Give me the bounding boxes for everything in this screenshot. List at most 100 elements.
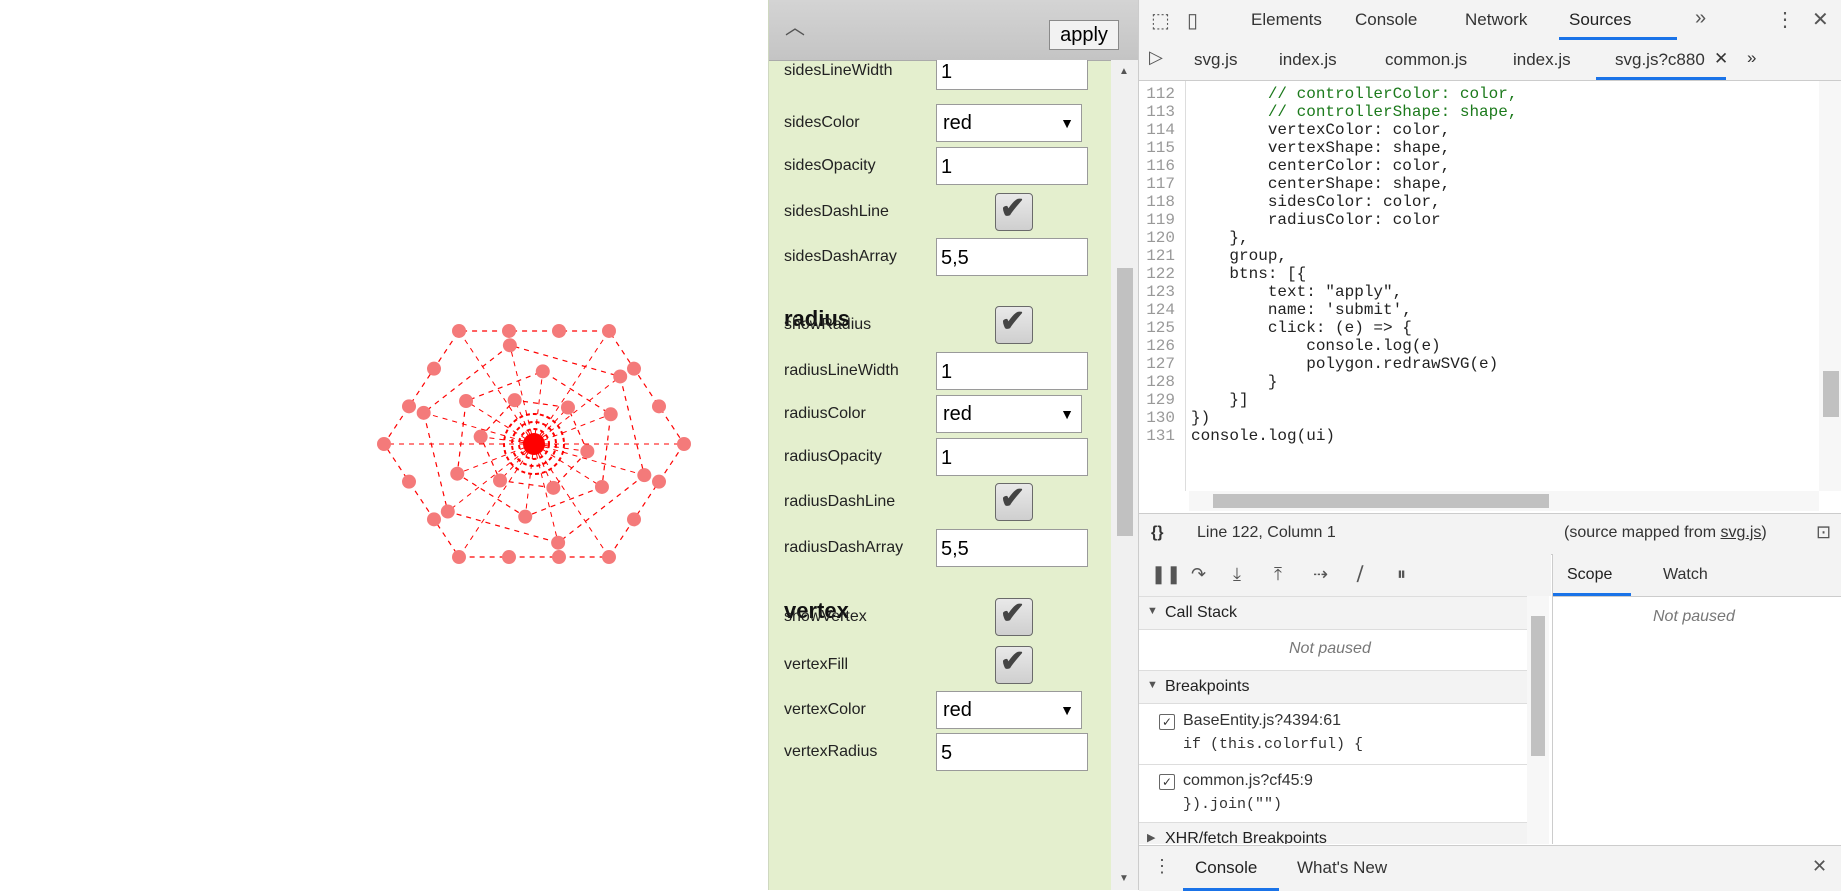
- field-row-radiusLineWidth: radiusLineWidth 1: [769, 350, 1111, 394]
- vertex-dot: [627, 512, 641, 527]
- line-number[interactable]: 121: [1139, 247, 1175, 265]
- line-number[interactable]: 115: [1139, 139, 1175, 157]
- call-stack-header[interactable]: ▼ Call Stack: [1139, 596, 1527, 630]
- scrollbar-thumb[interactable]: [1213, 494, 1549, 508]
- close-icon[interactable]: ✕: [1812, 7, 1829, 32]
- line-number[interactable]: 131: [1139, 427, 1175, 445]
- line-number[interactable]: 119: [1139, 211, 1175, 229]
- line-number[interactable]: 112: [1139, 85, 1175, 103]
- field-row-showRadius: showRadius ✔: [769, 304, 1111, 348]
- code-horizontal-scrollbar[interactable]: [1189, 491, 1819, 511]
- sidesLineWidth-input[interactable]: 1: [936, 60, 1088, 90]
- radiusLineWidth-input[interactable]: 1: [936, 352, 1088, 390]
- line-number[interactable]: 127: [1139, 355, 1175, 373]
- breakpoints-header[interactable]: ▼ Breakpoints: [1139, 670, 1527, 704]
- tab-sources[interactable]: Sources: [1569, 10, 1631, 30]
- expand-triangle-icon: ▼: [1147, 679, 1158, 691]
- radius-line: [533, 330, 610, 445]
- xhr-breakpoints-header[interactable]: ▶ XHR/fetch Breakpoints: [1139, 822, 1527, 844]
- drawer-tab-whats-new[interactable]: What's New: [1297, 858, 1387, 878]
- pause-icon[interactable]: ❚❚: [1151, 564, 1181, 585]
- sidesDashLine-checkbox[interactable]: ✔: [995, 192, 1033, 231]
- vertex-dot: [551, 535, 566, 550]
- tab-scope[interactable]: Scope: [1567, 566, 1612, 584]
- debugger-sidebar: ▼ Call Stack Not paused ▼ Breakpoints ✓ …: [1139, 596, 1551, 844]
- radiusColor-select[interactable]: red ▼: [936, 395, 1082, 433]
- line-number[interactable]: 114: [1139, 121, 1175, 139]
- breakpoint-checkbox[interactable]: ✓: [1159, 774, 1175, 790]
- tab-network[interactable]: Network: [1465, 10, 1527, 30]
- deactivate-breakpoints-icon[interactable]: ⧸: [1357, 564, 1363, 585]
- file-tab-index-js-2[interactable]: index.js: [1513, 50, 1571, 70]
- vertex-dot: [459, 394, 474, 409]
- line-number[interactable]: 120: [1139, 229, 1175, 247]
- scrollbar-thumb[interactable]: [1531, 616, 1545, 756]
- showVertex-checkbox[interactable]: ✔: [995, 597, 1033, 636]
- radiusDashArray-input[interactable]: 5,5: [936, 529, 1088, 567]
- file-tab-common-js[interactable]: common.js: [1385, 50, 1467, 70]
- pretty-print-icon[interactable]: {}: [1151, 524, 1163, 542]
- radiusOpacity-input[interactable]: 1: [936, 438, 1088, 476]
- vertexRadius-input[interactable]: 5: [936, 733, 1088, 771]
- device-toggle-icon[interactable]: ▯: [1187, 8, 1198, 33]
- tab-watch[interactable]: Watch: [1663, 566, 1708, 584]
- drawer-menu-icon[interactable]: ⋮: [1153, 856, 1171, 877]
- vertexFill-checkbox[interactable]: ✔: [995, 645, 1033, 684]
- step-icon[interactable]: ⇢: [1313, 564, 1328, 585]
- step-over-icon[interactable]: ↷: [1191, 564, 1206, 585]
- line-number[interactable]: 117: [1139, 175, 1175, 193]
- file-tab-index-js[interactable]: index.js: [1279, 50, 1337, 70]
- drawer-tab-console[interactable]: Console: [1195, 858, 1257, 878]
- scroll-down-icon[interactable]: ▼: [1119, 873, 1129, 884]
- close-drawer-icon[interactable]: ✕: [1812, 856, 1827, 877]
- file-tab-svg-js[interactable]: svg.js: [1194, 50, 1237, 70]
- sidesDashArray-input[interactable]: 5,5: [936, 238, 1088, 276]
- kebab-menu-icon[interactable]: ⋮: [1775, 7, 1795, 32]
- sidesColor-select[interactable]: red ▼: [936, 104, 1082, 142]
- collapse-chevron-icon[interactable]: ︿: [781, 14, 809, 42]
- coverage-toggle-icon[interactable]: ⊡: [1816, 522, 1831, 543]
- step-out-icon[interactable]: ⤒: [1274, 564, 1282, 585]
- file-tab-svg-js-active[interactable]: svg.js?c880: [1615, 50, 1705, 70]
- step-into-icon[interactable]: ⤓: [1233, 564, 1241, 585]
- scrollbar-thumb[interactable]: [1117, 268, 1133, 536]
- scroll-up-icon[interactable]: ▲: [1119, 66, 1129, 77]
- pause-on-exceptions-icon[interactable]: ⏸: [1397, 564, 1406, 585]
- field-label: sidesDashArray: [784, 248, 897, 265]
- apply-button[interactable]: apply: [1049, 20, 1119, 50]
- line-number[interactable]: 130: [1139, 409, 1175, 427]
- vertex-dot: [493, 473, 508, 488]
- line-number[interactable]: 129: [1139, 391, 1175, 409]
- navigator-toggle-icon[interactable]: ▷: [1149, 47, 1163, 68]
- line-number[interactable]: 123: [1139, 283, 1175, 301]
- vertexColor-select[interactable]: red ▼: [936, 691, 1082, 729]
- tab-elements[interactable]: Elements: [1251, 10, 1322, 30]
- code-vertical-scrollbar[interactable]: [1819, 81, 1841, 491]
- line-number[interactable]: 126: [1139, 337, 1175, 355]
- radiusDashLine-checkbox[interactable]: ✔: [995, 482, 1033, 521]
- breakpoint-checkbox[interactable]: ✓: [1159, 714, 1175, 730]
- more-files-icon[interactable]: »: [1747, 48, 1756, 68]
- field-row-sidesColor: sidesColor red ▼: [769, 102, 1111, 146]
- close-file-tab-icon[interactable]: ✕: [1714, 49, 1728, 69]
- code-editor[interactable]: 112 // controllerColor: color, 113 // con…: [1139, 81, 1819, 491]
- line-number[interactable]: 122: [1139, 265, 1175, 283]
- showRadius-checkbox[interactable]: ✔: [995, 305, 1033, 344]
- sidesOpacity-input[interactable]: 1: [936, 147, 1088, 185]
- controller-scrollbar[interactable]: ▲ ▼: [1111, 60, 1139, 890]
- line-number[interactable]: 113: [1139, 103, 1175, 121]
- scrollbar-thumb[interactable]: [1823, 371, 1839, 417]
- sidebar-scrollbar[interactable]: [1527, 596, 1549, 844]
- line-number[interactable]: 125: [1139, 319, 1175, 337]
- controller-header: ︿ apply: [769, 0, 1139, 61]
- tab-console[interactable]: Console: [1355, 10, 1417, 30]
- line-number[interactable]: 116: [1139, 157, 1175, 175]
- line-number[interactable]: 118: [1139, 193, 1175, 211]
- source-map-link[interactable]: svg.js: [1721, 524, 1762, 541]
- more-tabs-icon[interactable]: »: [1695, 7, 1706, 30]
- line-number[interactable]: 124: [1139, 301, 1175, 319]
- active-scope-indicator: [1553, 593, 1631, 596]
- field-label: radiusLineWidth: [784, 362, 899, 379]
- inspect-icon[interactable]: ⬚: [1151, 8, 1170, 33]
- line-number[interactable]: 128: [1139, 373, 1175, 391]
